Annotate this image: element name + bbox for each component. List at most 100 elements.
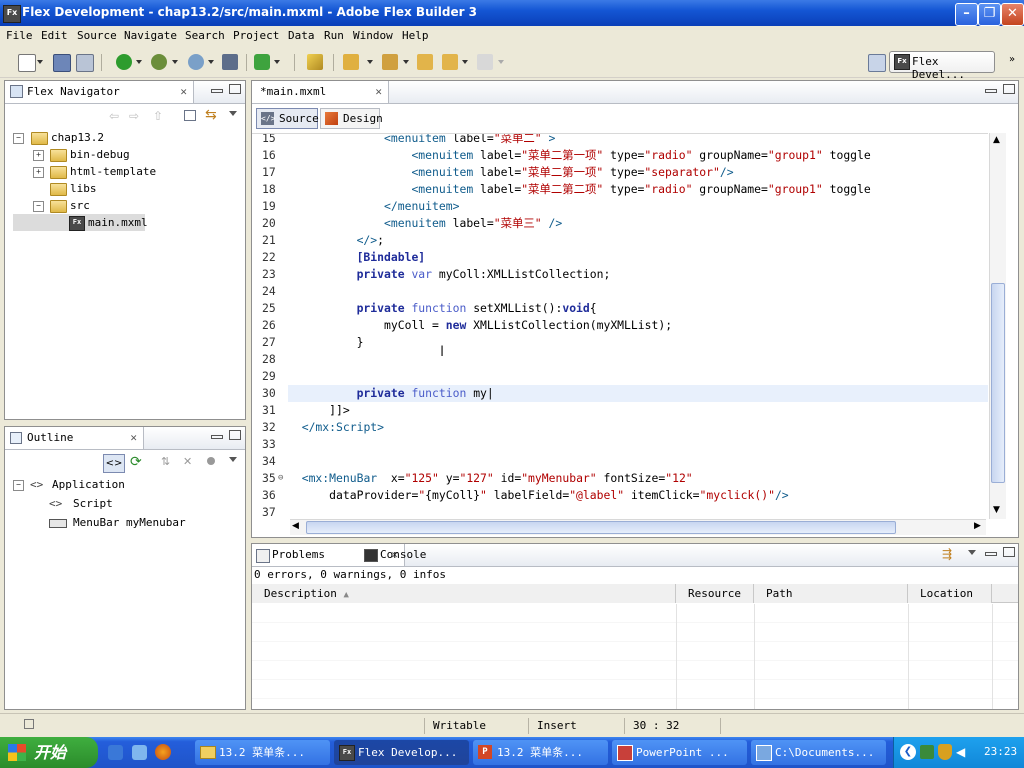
code-line[interactable]: <menuitem label="菜单二第二项" type="radio" gr… [288,181,870,198]
start-button[interactable]: 开始 [0,737,98,768]
task-powerpoint-doc[interactable]: P 13.2 菜单条... [473,740,608,765]
close-icon[interactable]: ✕ [375,81,382,103]
export-icon[interactable] [222,54,238,70]
editor-vscrollbar[interactable]: ▲ ▼ [989,133,1006,519]
minimize-panel-icon[interactable] [985,552,997,556]
close-icon[interactable]: ✕ [130,427,137,449]
minimize-button[interactable]: – [955,3,978,26]
maximize-panel-icon[interactable] [1003,84,1015,94]
run-dropdown-icon[interactable] [136,60,142,64]
view-menu-icon[interactable] [968,550,976,555]
menu-data[interactable]: Data [288,29,315,42]
network-icon[interactable] [920,745,934,759]
collapse-icon[interactable]: − [13,133,24,144]
filter-icon[interactable]: ⇶ [942,547,952,561]
security-shield-icon[interactable] [938,744,952,760]
column-resource[interactable]: Resource [676,584,754,603]
menu-file[interactable]: File [6,29,33,42]
code-line[interactable]: <menuitem label="菜单二第一项" type="separator… [288,164,733,181]
code-line[interactable]: ]]> [288,402,350,419]
scroll-left-icon[interactable]: ◀ [292,521,299,531]
quicklaunch-icon[interactable] [132,745,147,760]
task-folder[interactable]: 13.2 菜单条... [195,740,330,765]
profile-dropdown-icon[interactable] [208,60,214,64]
code-line[interactable]: } [288,334,364,351]
next-annotation-dropdown-icon[interactable] [367,60,373,64]
external-tools-dropdown-icon[interactable] [274,60,280,64]
close-window-button[interactable]: ✕ [1001,3,1024,26]
chevron-more-icon[interactable]: » [1009,54,1015,65]
source-mode-button[interactable]: </> Source [256,108,319,129]
task-documents[interactable]: C:\Documents... [751,740,886,765]
code-line[interactable]: dataProvider="{myColl}" labelField="@lab… [288,487,789,504]
tab-outline[interactable]: Outline ✕ [5,427,144,449]
perspective-switcher[interactable]: Fx Flex Devel... [889,51,995,81]
code-line[interactable]: <mx:MenuBar x="125" y="127" id="myMenuba… [288,470,693,487]
tab-main-mxml[interactable]: *main.mxml ✕ [252,81,389,103]
code-editor[interactable]: 15 <menuitem label="菜单二" > 16 <menuitem l… [252,133,988,519]
column-description[interactable]: Description ▲ [252,584,676,603]
debug-icon[interactable] [151,54,167,70]
code-line[interactable]: [Bindable] [288,249,426,266]
menu-navigate[interactable]: Navigate [124,29,177,42]
link-with-editor-icon[interactable]: ⇆ [205,107,217,123]
open-perspective-icon[interactable] [868,54,886,72]
menu-search[interactable]: Search [185,29,225,42]
code-line[interactable]: <menuitem label="菜单二" > [288,134,555,147]
collapse-all-icon[interactable] [184,110,196,121]
back-dropdown-icon[interactable] [462,60,468,64]
run-icon[interactable] [116,54,132,70]
prev-annotation-dropdown-icon[interactable] [403,60,409,64]
scroll-up-icon[interactable]: ▲ [993,135,1000,145]
new-dropdown-icon[interactable] [37,60,43,64]
design-mode-button[interactable]: Design [320,108,383,129]
task-flex-builder[interactable]: Fx Flex Develop... [334,740,469,765]
firefox-icon[interactable] [155,744,171,760]
prev-annotation-icon[interactable] [382,54,398,70]
code-line[interactable]: myColl = new XMLListCollection(myXMLList… [288,317,672,334]
new-file-icon[interactable] [18,54,36,72]
expand-icon[interactable]: + [33,150,44,161]
collapse-icon[interactable]: − [33,201,44,212]
tree-item-main-mxml[interactable]: Fx main.mxml [13,214,148,231]
next-annotation-icon[interactable] [343,54,359,70]
tab-console[interactable]: Console [360,544,484,566]
volume-icon[interactable]: ◀ [956,745,965,759]
menu-run[interactable]: Run [324,29,344,42]
code-line[interactable]: private function setXMLList():void{ [288,300,597,317]
view-menu-icon[interactable] [229,111,237,116]
code-line[interactable]: </mx:Script> [288,419,384,436]
menu-project[interactable]: Project [233,29,279,42]
print-icon[interactable] [76,54,94,72]
maximize-panel-icon[interactable] [229,430,241,440]
minimize-panel-icon[interactable] [211,89,223,93]
view-menu-icon[interactable] [229,457,237,462]
menu-source[interactable]: Source [77,29,117,42]
editor-hscrollbar[interactable]: ◀ ▶ [290,519,986,535]
close-icon[interactable]: ✕ [180,81,187,103]
scroll-down-icon[interactable]: ▼ [993,505,1000,515]
code-line[interactable]: <menuitem label="菜单三" /> [288,215,562,232]
scroll-right-icon[interactable]: ▶ [974,521,981,531]
save-icon[interactable] [53,54,71,72]
column-location[interactable]: Location [908,584,992,603]
restore-button[interactable]: ❐ [978,3,1001,26]
scrollbar-thumb[interactable] [991,283,1005,483]
last-edit-icon[interactable] [417,54,433,70]
collapse-icon[interactable]: − [13,480,24,491]
show-source-icon[interactable]: <> [103,454,125,473]
maximize-panel-icon[interactable] [1003,547,1015,557]
fold-icon[interactable]: ⊖ [278,473,283,483]
column-path[interactable]: Path [754,584,908,603]
code-line[interactable]: private var myColl:XMLListCollection; [288,266,611,283]
hscroll-thumb[interactable] [306,521,896,534]
code-line[interactable]: <menuitem label="菜单二第一项" type="radio" gr… [288,147,870,164]
menu-help[interactable]: Help [402,29,429,42]
maximize-panel-icon[interactable] [229,84,241,94]
external-tools-icon[interactable] [254,54,270,70]
fast-view-icon[interactable] [24,719,34,729]
back-icon[interactable] [442,54,458,70]
minimize-panel-icon[interactable] [985,89,997,93]
code-line[interactable]: </menuitem> [288,198,459,215]
minimize-panel-icon[interactable] [211,435,223,439]
